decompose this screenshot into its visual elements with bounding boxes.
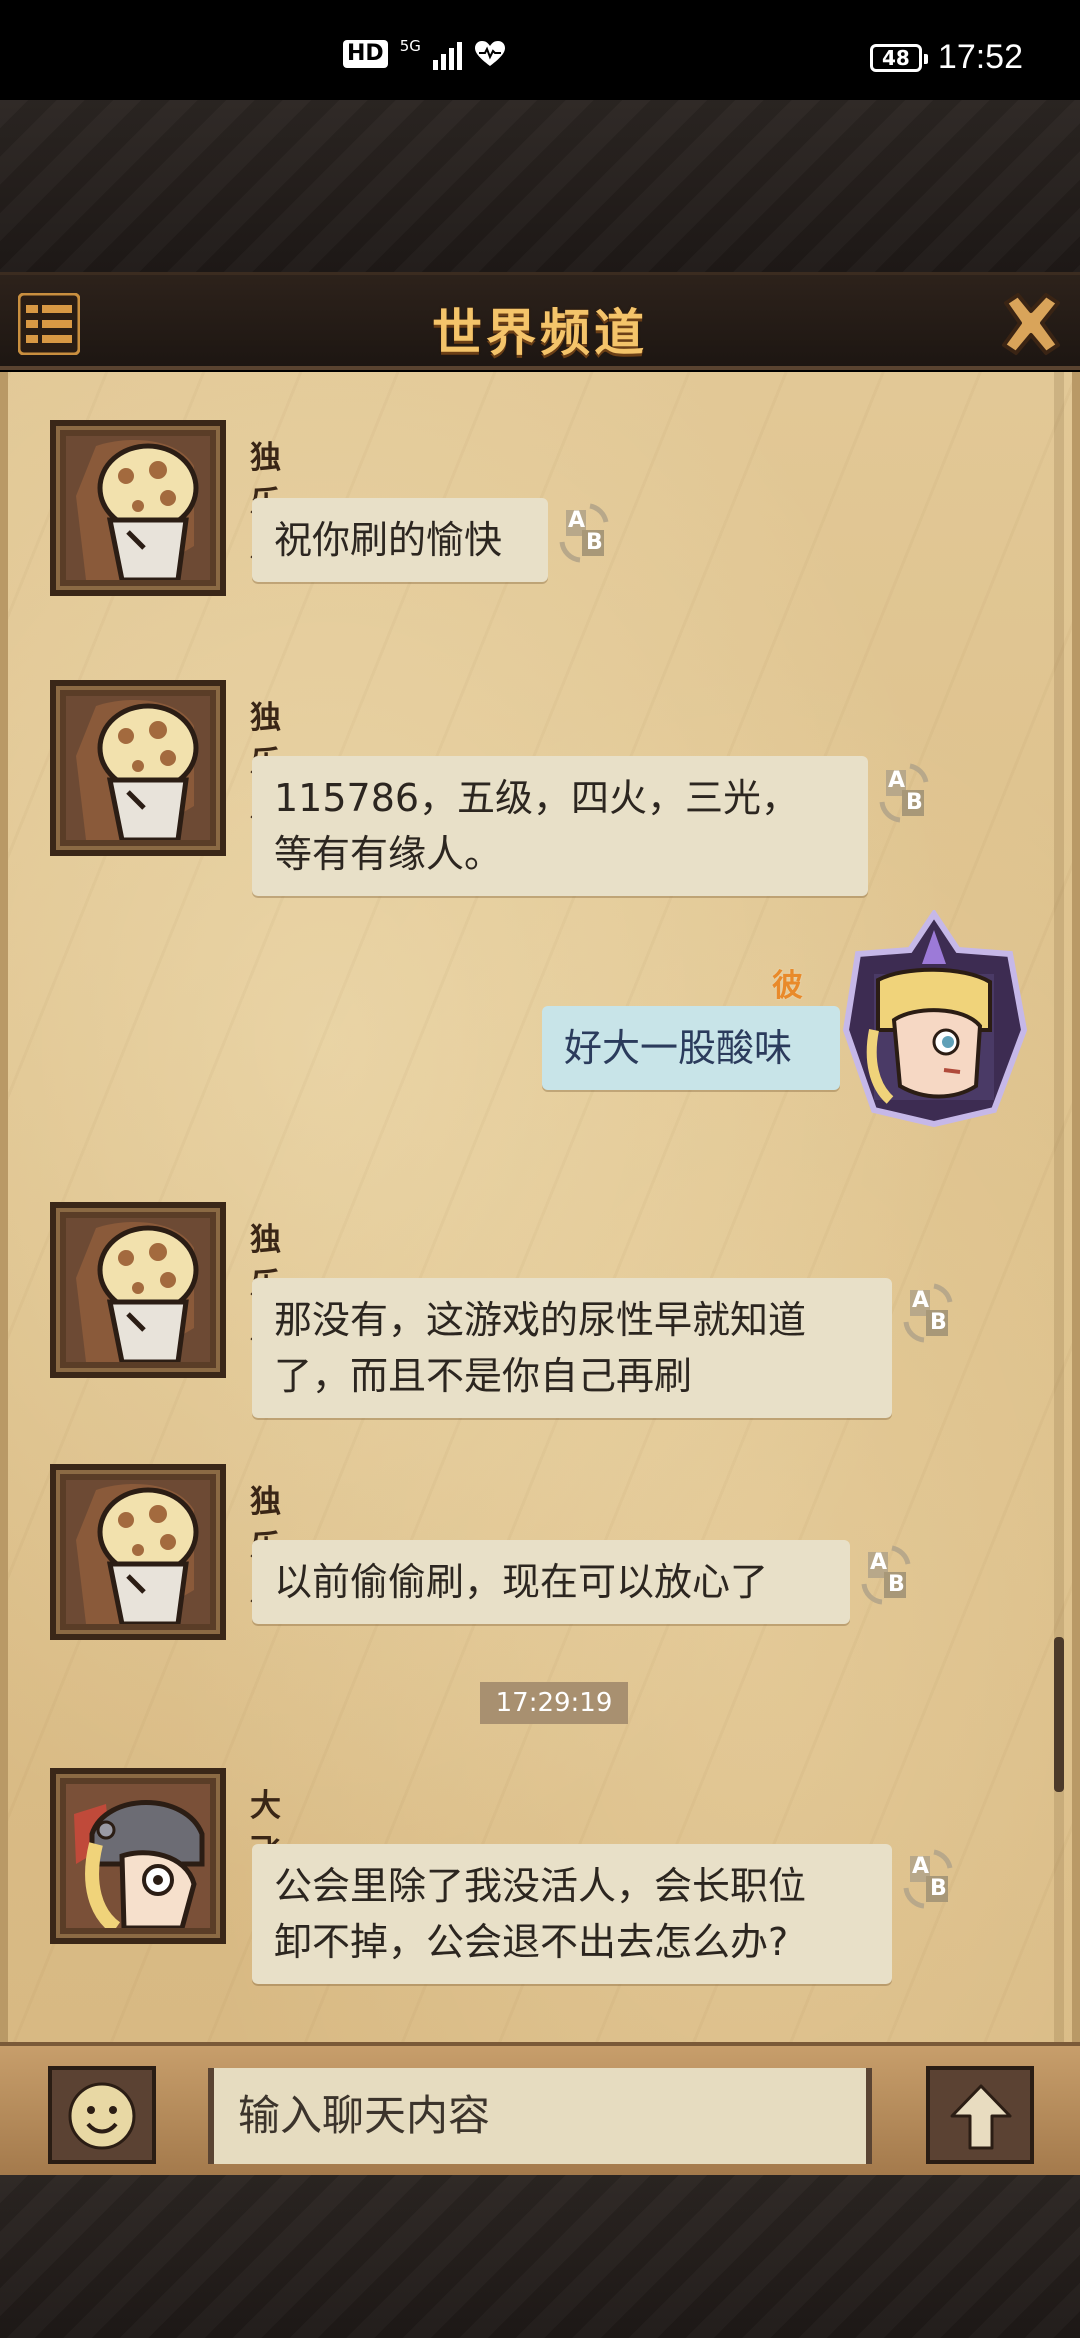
message-text-line: 115786，五级，四火，三光， bbox=[274, 776, 800, 820]
translate-icon[interactable]: A B bbox=[900, 1282, 956, 1344]
emoji-button[interactable] bbox=[48, 2066, 156, 2164]
message-bubble[interactable]: 115786，五级，四火，三光， 等有有缘人。 bbox=[252, 756, 868, 896]
background-pattern-bottom bbox=[0, 2175, 1080, 2338]
translate-b: B bbox=[586, 530, 603, 555]
message-bubble[interactable]: 那没有，这游戏的尿性早就知道 了，而且不是你自己再刷 bbox=[252, 1278, 892, 1418]
translate-b: B bbox=[930, 1310, 947, 1335]
send-arrow-icon bbox=[950, 2084, 1012, 2150]
chat-input-bar: 输入聊天内容 bbox=[0, 2042, 1080, 2175]
translate-icon[interactable]: A B bbox=[876, 762, 932, 824]
translate-a: A bbox=[912, 1854, 930, 1879]
translate-b: B bbox=[888, 1572, 905, 1597]
message-timestamp: 17:29:19 bbox=[480, 1682, 628, 1724]
avatar[interactable] bbox=[834, 910, 1034, 1130]
masked-character-portrait bbox=[66, 696, 210, 840]
message-text-line: 祝你刷的愉快 bbox=[274, 518, 503, 562]
background-pattern-top bbox=[0, 100, 1080, 272]
send-button[interactable] bbox=[926, 2066, 1034, 2164]
masked-character-portrait bbox=[66, 1480, 210, 1624]
message-text-line: 公会里除了我没活人，会长职位 bbox=[274, 1864, 807, 1908]
message-text-line: 了，而且不是你自己再刷 bbox=[274, 1354, 693, 1398]
avatar[interactable] bbox=[50, 1202, 226, 1378]
avatar[interactable] bbox=[50, 1464, 226, 1640]
translate-a: A bbox=[888, 768, 906, 793]
avatar[interactable] bbox=[50, 680, 226, 856]
message-text-line: 以前偷偷刷，现在可以放心了 bbox=[274, 1560, 769, 1604]
signal-icon bbox=[432, 38, 462, 70]
message-text-line: 等有有缘人。 bbox=[274, 832, 503, 876]
avatar[interactable] bbox=[50, 1768, 226, 1944]
message-text-line: 好大一股酸味 bbox=[564, 1026, 793, 1070]
translate-a: A bbox=[870, 1550, 888, 1575]
page-title: 世界频道 bbox=[432, 304, 648, 362]
helmeted-character-portrait bbox=[66, 1784, 210, 1928]
message-bubble[interactable]: 以前偷偷刷，现在可以放心了 bbox=[252, 1540, 850, 1624]
message-text-line: 卸不掉，公会退不出去怎么办? bbox=[274, 1920, 789, 1964]
chat-message-list[interactable]: 独乐乐 祝你刷的愉快 A B 独乐乐 115786，五级，四火，三光， 等有有缘… bbox=[0, 372, 1080, 2042]
battery-icon: 48 bbox=[869, 43, 928, 72]
emoji-icon bbox=[68, 2082, 136, 2150]
translate-icon[interactable]: A B bbox=[900, 1848, 956, 1910]
masked-character-portrait bbox=[66, 436, 210, 580]
status-bar: HD 5G 48 17:52 bbox=[0, 0, 1080, 100]
channel-header: 世界频道 bbox=[0, 272, 1080, 370]
scrollbar-thumb[interactable] bbox=[1054, 1637, 1064, 1792]
translate-icon[interactable]: A B bbox=[556, 502, 612, 564]
network-type-label: 5G bbox=[399, 36, 421, 55]
translate-b: B bbox=[930, 1876, 947, 1901]
clock: 17:52 bbox=[937, 38, 1023, 76]
translate-a: A bbox=[568, 508, 586, 533]
message-bubble[interactable]: 好大一股酸味 bbox=[542, 1006, 840, 1090]
hd-icon: HD bbox=[343, 40, 388, 68]
heart-pulse-icon bbox=[474, 41, 505, 66]
message-bubble[interactable]: 祝你刷的愉快 bbox=[252, 498, 548, 582]
message-text-line: 那没有，这游戏的尿性早就知道 bbox=[274, 1298, 807, 1342]
message-bubble[interactable]: 公会里除了我没活人，会长职位 卸不掉，公会退不出去怎么办? bbox=[252, 1844, 892, 1984]
close-icon[interactable] bbox=[996, 289, 1066, 359]
avatar[interactable] bbox=[50, 420, 226, 596]
translate-b: B bbox=[906, 790, 923, 815]
chat-input[interactable]: 输入聊天内容 bbox=[208, 2068, 872, 2164]
masked-character-portrait bbox=[66, 1218, 210, 1362]
translate-icon[interactable]: A B bbox=[858, 1544, 914, 1606]
translate-a: A bbox=[912, 1288, 930, 1313]
